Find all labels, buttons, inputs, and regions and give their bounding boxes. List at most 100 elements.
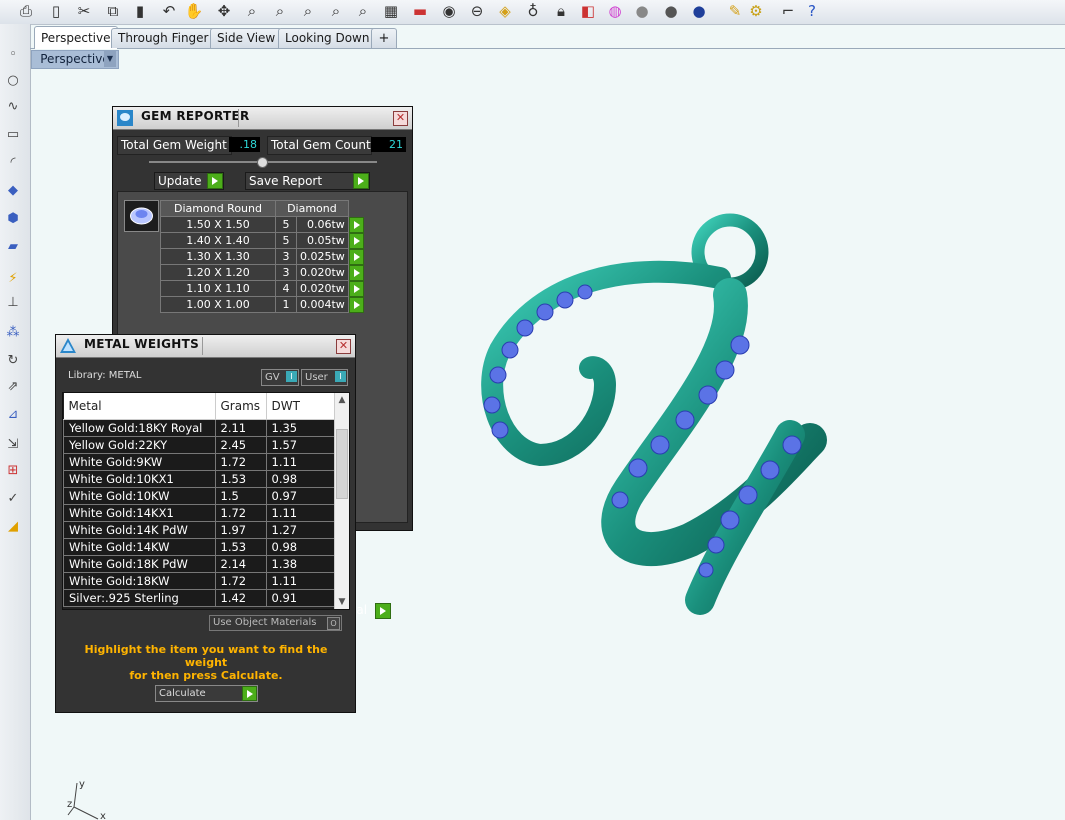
cut-icon[interactable]: ✂ xyxy=(74,1,94,21)
shapes-icon[interactable]: ◈ xyxy=(495,1,515,21)
col-dwt[interactable]: DWT xyxy=(266,393,335,420)
layers-icon[interactable]: ◧ xyxy=(578,1,598,21)
render-icon[interactable]: ◢ xyxy=(3,516,23,536)
light-icon[interactable]: ♁ xyxy=(523,1,543,21)
arc-icon[interactable]: ◜ xyxy=(3,152,23,172)
gem-row-select-button[interactable] xyxy=(348,216,364,233)
table-row[interactable]: White Gold:18K PdW 2.14 1.38 xyxy=(63,555,335,573)
play-arrow-icon xyxy=(353,173,369,189)
gem-reporter-titlebar[interactable]: GEM REPORTER ✕ xyxy=(113,107,412,130)
scroll-down-icon[interactable]: ▼ xyxy=(335,595,349,609)
array-icon[interactable]: ⁂ xyxy=(3,322,23,342)
metal-grams: 1.42 xyxy=(214,589,267,607)
print-icon[interactable]: ⎙ xyxy=(16,1,36,21)
table-row[interactable]: Silver:.925 Sterling 1.42 0.91 xyxy=(63,589,335,607)
mesh-icon[interactable]: ▰ xyxy=(3,236,23,256)
pencil-icon[interactable]: ✎ xyxy=(725,1,745,21)
table-row[interactable]: Yellow Gold:22KY 2.45 1.57 xyxy=(63,436,335,454)
undo-icon[interactable]: ↶ xyxy=(159,1,179,21)
table-row[interactable]: Yellow Gold:18KY Royal 2.11 1.35 xyxy=(63,419,335,437)
solid-icon[interactable]: ⬢ xyxy=(3,208,23,228)
car-icon[interactable]: ▬ xyxy=(410,1,430,21)
gem-reporter-hidden-button[interactable]: ial xyxy=(353,603,501,621)
gear-icon[interactable]: ⚙ xyxy=(746,1,766,21)
user-toggle[interactable]: User I xyxy=(301,369,348,386)
rotate-view-icon[interactable]: ✥ xyxy=(214,1,234,21)
table-row[interactable]: White Gold:10KW 1.5 0.97 xyxy=(63,487,335,505)
rectangle-icon[interactable]: ▭ xyxy=(3,124,23,144)
metal-dwt: 1.11 xyxy=(265,453,335,471)
gem-row-select-button[interactable] xyxy=(348,280,364,297)
col-metal[interactable]: Metal xyxy=(63,393,216,420)
zoom-extents-icon[interactable]: ⌕ xyxy=(298,1,318,21)
curve-icon[interactable]: ∿ xyxy=(3,96,23,116)
tab-perspective[interactable]: Perspective xyxy=(34,26,118,49)
gem-row-select-button[interactable] xyxy=(348,232,364,249)
gem-row[interactable]: 1.10 X 1.10 4 0.020tw xyxy=(160,280,365,297)
gem-slider-handle[interactable] xyxy=(257,157,268,168)
gem-row[interactable]: 1.20 X 1.20 3 0.020tw xyxy=(160,264,365,281)
save-report-button[interactable]: Save Report xyxy=(245,172,370,190)
sphere-dark-icon[interactable]: ● xyxy=(661,1,681,21)
copy-icon[interactable]: ⧉ xyxy=(103,1,123,21)
circle-arrow-icon[interactable]: ⊖ xyxy=(467,1,487,21)
table-row[interactable]: White Gold:14KX1 1.72 1.11 xyxy=(63,504,335,522)
gem-row[interactable]: 1.40 X 1.40 5 0.05tw xyxy=(160,232,365,249)
lightning-icon[interactable]: ⚡ xyxy=(3,268,23,288)
lock-icon[interactable]: 🔒︎ xyxy=(551,1,571,21)
metal-name: Yellow Gold:22KY xyxy=(63,436,216,454)
gv-toggle[interactable]: GV I xyxy=(261,369,299,386)
new-doc-icon[interactable]: ▯ xyxy=(46,1,66,21)
zoom-target-icon[interactable]: ⌕ xyxy=(353,1,373,21)
rotate-icon[interactable]: ↻ xyxy=(3,350,23,370)
metal-table-scrollbar[interactable]: ▲ ▼ xyxy=(334,393,349,609)
sphere-blue-icon[interactable]: ● xyxy=(689,1,709,21)
round-diamond-thumbnail-icon[interactable] xyxy=(124,200,159,232)
gem-reporter-close-button[interactable]: ✕ xyxy=(393,111,408,126)
eye-icon[interactable]: ◉ xyxy=(439,1,459,21)
metal-weights-titlebar[interactable]: METAL WEIGHTS ✕ xyxy=(56,335,355,358)
zoom-selected-icon[interactable]: ⌕ xyxy=(326,1,346,21)
paste-icon[interactable]: ▮ xyxy=(130,1,150,21)
sphere-gray-icon[interactable]: ● xyxy=(632,1,652,21)
grid-icon[interactable]: ▦ xyxy=(381,1,401,21)
tab-through-finger[interactable]: Through Finger xyxy=(111,28,216,48)
gem-row[interactable]: 1.00 X 1.00 1 0.004tw xyxy=(160,296,365,313)
zoom-window-icon[interactable]: ⌕ xyxy=(270,1,290,21)
table-row[interactable]: White Gold:9KW 1.72 1.11 xyxy=(63,453,335,471)
gem-row-select-button[interactable] xyxy=(348,296,364,313)
circle-icon[interactable]: ○ xyxy=(3,70,23,90)
table-row[interactable]: White Gold:14K PdW 1.97 1.27 xyxy=(63,521,335,539)
table-row[interactable]: White Gold:18KW 1.72 1.11 xyxy=(63,572,335,590)
snap-icon[interactable]: ⌐ xyxy=(778,1,798,21)
pan-hand-icon[interactable]: ✋ xyxy=(184,1,204,21)
point-icon[interactable]: ◦ xyxy=(3,44,23,64)
zoom-icon[interactable]: ⌕ xyxy=(242,1,262,21)
gem-row-select-button[interactable] xyxy=(348,264,364,281)
gem-row[interactable]: 1.50 X 1.50 5 0.06tw xyxy=(160,216,365,233)
move-icon[interactable]: ⇗ xyxy=(3,376,23,396)
dimension-icon[interactable]: ⊿ xyxy=(3,404,23,424)
tab-side-view[interactable]: Side View xyxy=(210,28,283,48)
gem-row-select-button[interactable] xyxy=(348,248,364,265)
update-button[interactable]: Update xyxy=(154,172,224,190)
check-icon[interactable]: ✓ xyxy=(3,488,23,508)
calculate-button[interactable]: Calculate xyxy=(155,685,258,702)
add-tab-button[interactable]: + xyxy=(371,28,397,48)
use-object-materials-toggle[interactable]: Use Object Materials O xyxy=(209,615,342,631)
viewport-menu-dropdown-icon[interactable]: ▼ xyxy=(104,50,116,67)
help-icon[interactable]: ? xyxy=(802,1,822,21)
surface-icon[interactable]: ◆ xyxy=(3,180,23,200)
gumball-icon[interactable]: ⊞ xyxy=(3,460,23,480)
scrollbar-thumb[interactable] xyxy=(336,429,348,499)
table-row[interactable]: White Gold:10KX1 1.53 0.98 xyxy=(63,470,335,488)
col-grams[interactable]: Grams xyxy=(215,393,267,420)
color-wheel-icon[interactable]: ◍ xyxy=(605,1,625,21)
scroll-up-icon[interactable]: ▲ xyxy=(335,393,349,407)
metal-weights-close-button[interactable]: ✕ xyxy=(336,339,351,354)
align-icon[interactable]: ⊥ xyxy=(3,292,23,312)
tab-looking-down[interactable]: Looking Down xyxy=(278,28,377,48)
table-row[interactable]: White Gold:14KW 1.53 0.98 xyxy=(63,538,335,556)
gem-row[interactable]: 1.30 X 1.30 3 0.025tw xyxy=(160,248,365,265)
transform-icon[interactable]: ⇲ xyxy=(3,434,23,454)
